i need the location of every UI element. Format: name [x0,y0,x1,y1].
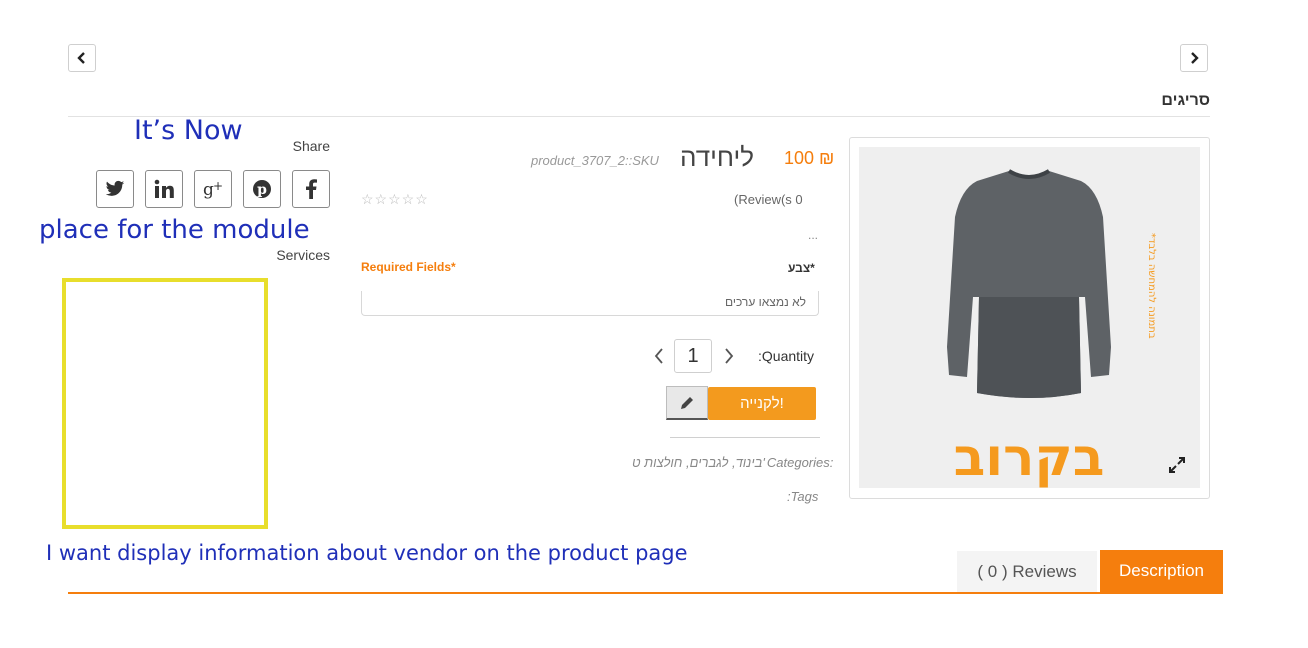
prev-product-button[interactable] [68,44,96,72]
product-image[interactable]: *בתמונה להמחשה בלבד בקרוב [859,147,1200,488]
next-product-button[interactable] [1180,44,1208,72]
chevron-right-icon [725,348,734,364]
tab-description[interactable]: Description [1100,550,1223,592]
twitter-icon [105,180,125,196]
linkedin-icon [154,179,174,198]
svg-text:+: + [213,179,223,193]
quantity-increase[interactable] [720,346,738,366]
google-plus-icon: g + [203,179,223,199]
categories-row: בינוד, לגברים, חולצות ט' Categories: [632,455,833,470]
annotation-vendor-info: I want display information about vendor … [46,541,688,565]
reviews-count[interactable]: (Review(s 0 [734,192,803,207]
svg-text:p: p [257,182,267,198]
expand-image-button[interactable] [1166,454,1188,476]
price-unit: ליחידה [680,142,754,172]
required-fields-note: Required Fields* [361,260,456,274]
edit-button[interactable] [666,386,708,420]
category-title: סריגים [1161,92,1210,109]
facebook-icon [306,179,317,199]
product-image-frame: *בתמונה להמחשה בלבד בקרוב [849,137,1210,499]
sweater-illustration: *בתמונה להמחשה בלבד בקרוב [947,169,1157,488]
tab-reviews[interactable]: ( 0 ) Reviews [957,551,1097,592]
quantity-label: :Quantity [758,348,815,364]
chevron-right-icon [1191,52,1199,64]
color-select[interactable]: לא נמצאו ערכים [361,291,819,316]
pinterest-icon: p [253,180,271,198]
categories-value[interactable]: בינוד, לגברים, חולצות ט' [632,455,765,470]
rating-stars[interactable]: ☆☆☆☆☆ [361,191,429,208]
annotation-its-now: It’s Now [134,115,243,146]
product-sku: product_3707_2::SKU [531,153,659,168]
categories-label: Categories: [766,455,834,470]
twitter-share-button[interactable] [96,170,134,208]
linkedin-share-button[interactable] [145,170,183,208]
product-price: 100 ₪ [784,148,835,168]
google-plus-share-button[interactable]: g + [194,170,232,208]
color-label: צבע* [788,261,815,275]
buy-button[interactable]: לקנייה! [708,387,816,420]
chevron-left-icon [77,52,85,64]
services-label: Services [276,247,330,263]
facebook-share-button[interactable] [292,170,330,208]
tabs-underline [68,592,1223,594]
image-overlay-text: בקרוב [954,428,1105,488]
share-buttons: g + p [96,170,330,208]
vendor-module-placeholder [62,278,268,529]
chevron-left-icon [654,348,663,364]
short-description: ... [808,228,819,242]
annotation-place-for-module: place for the module [39,215,310,245]
image-side-text: *בתמונה להמחשה בלבד [1146,233,1157,339]
quantity-decrease[interactable] [650,346,668,366]
quantity-input[interactable]: 1 [674,339,712,373]
pinterest-share-button[interactable]: p [243,170,281,208]
pencil-icon [681,396,693,409]
expand-icon [1169,457,1185,473]
actions-divider [670,437,820,438]
share-label: Share [292,138,330,154]
tags-label: :Tags [787,489,819,504]
